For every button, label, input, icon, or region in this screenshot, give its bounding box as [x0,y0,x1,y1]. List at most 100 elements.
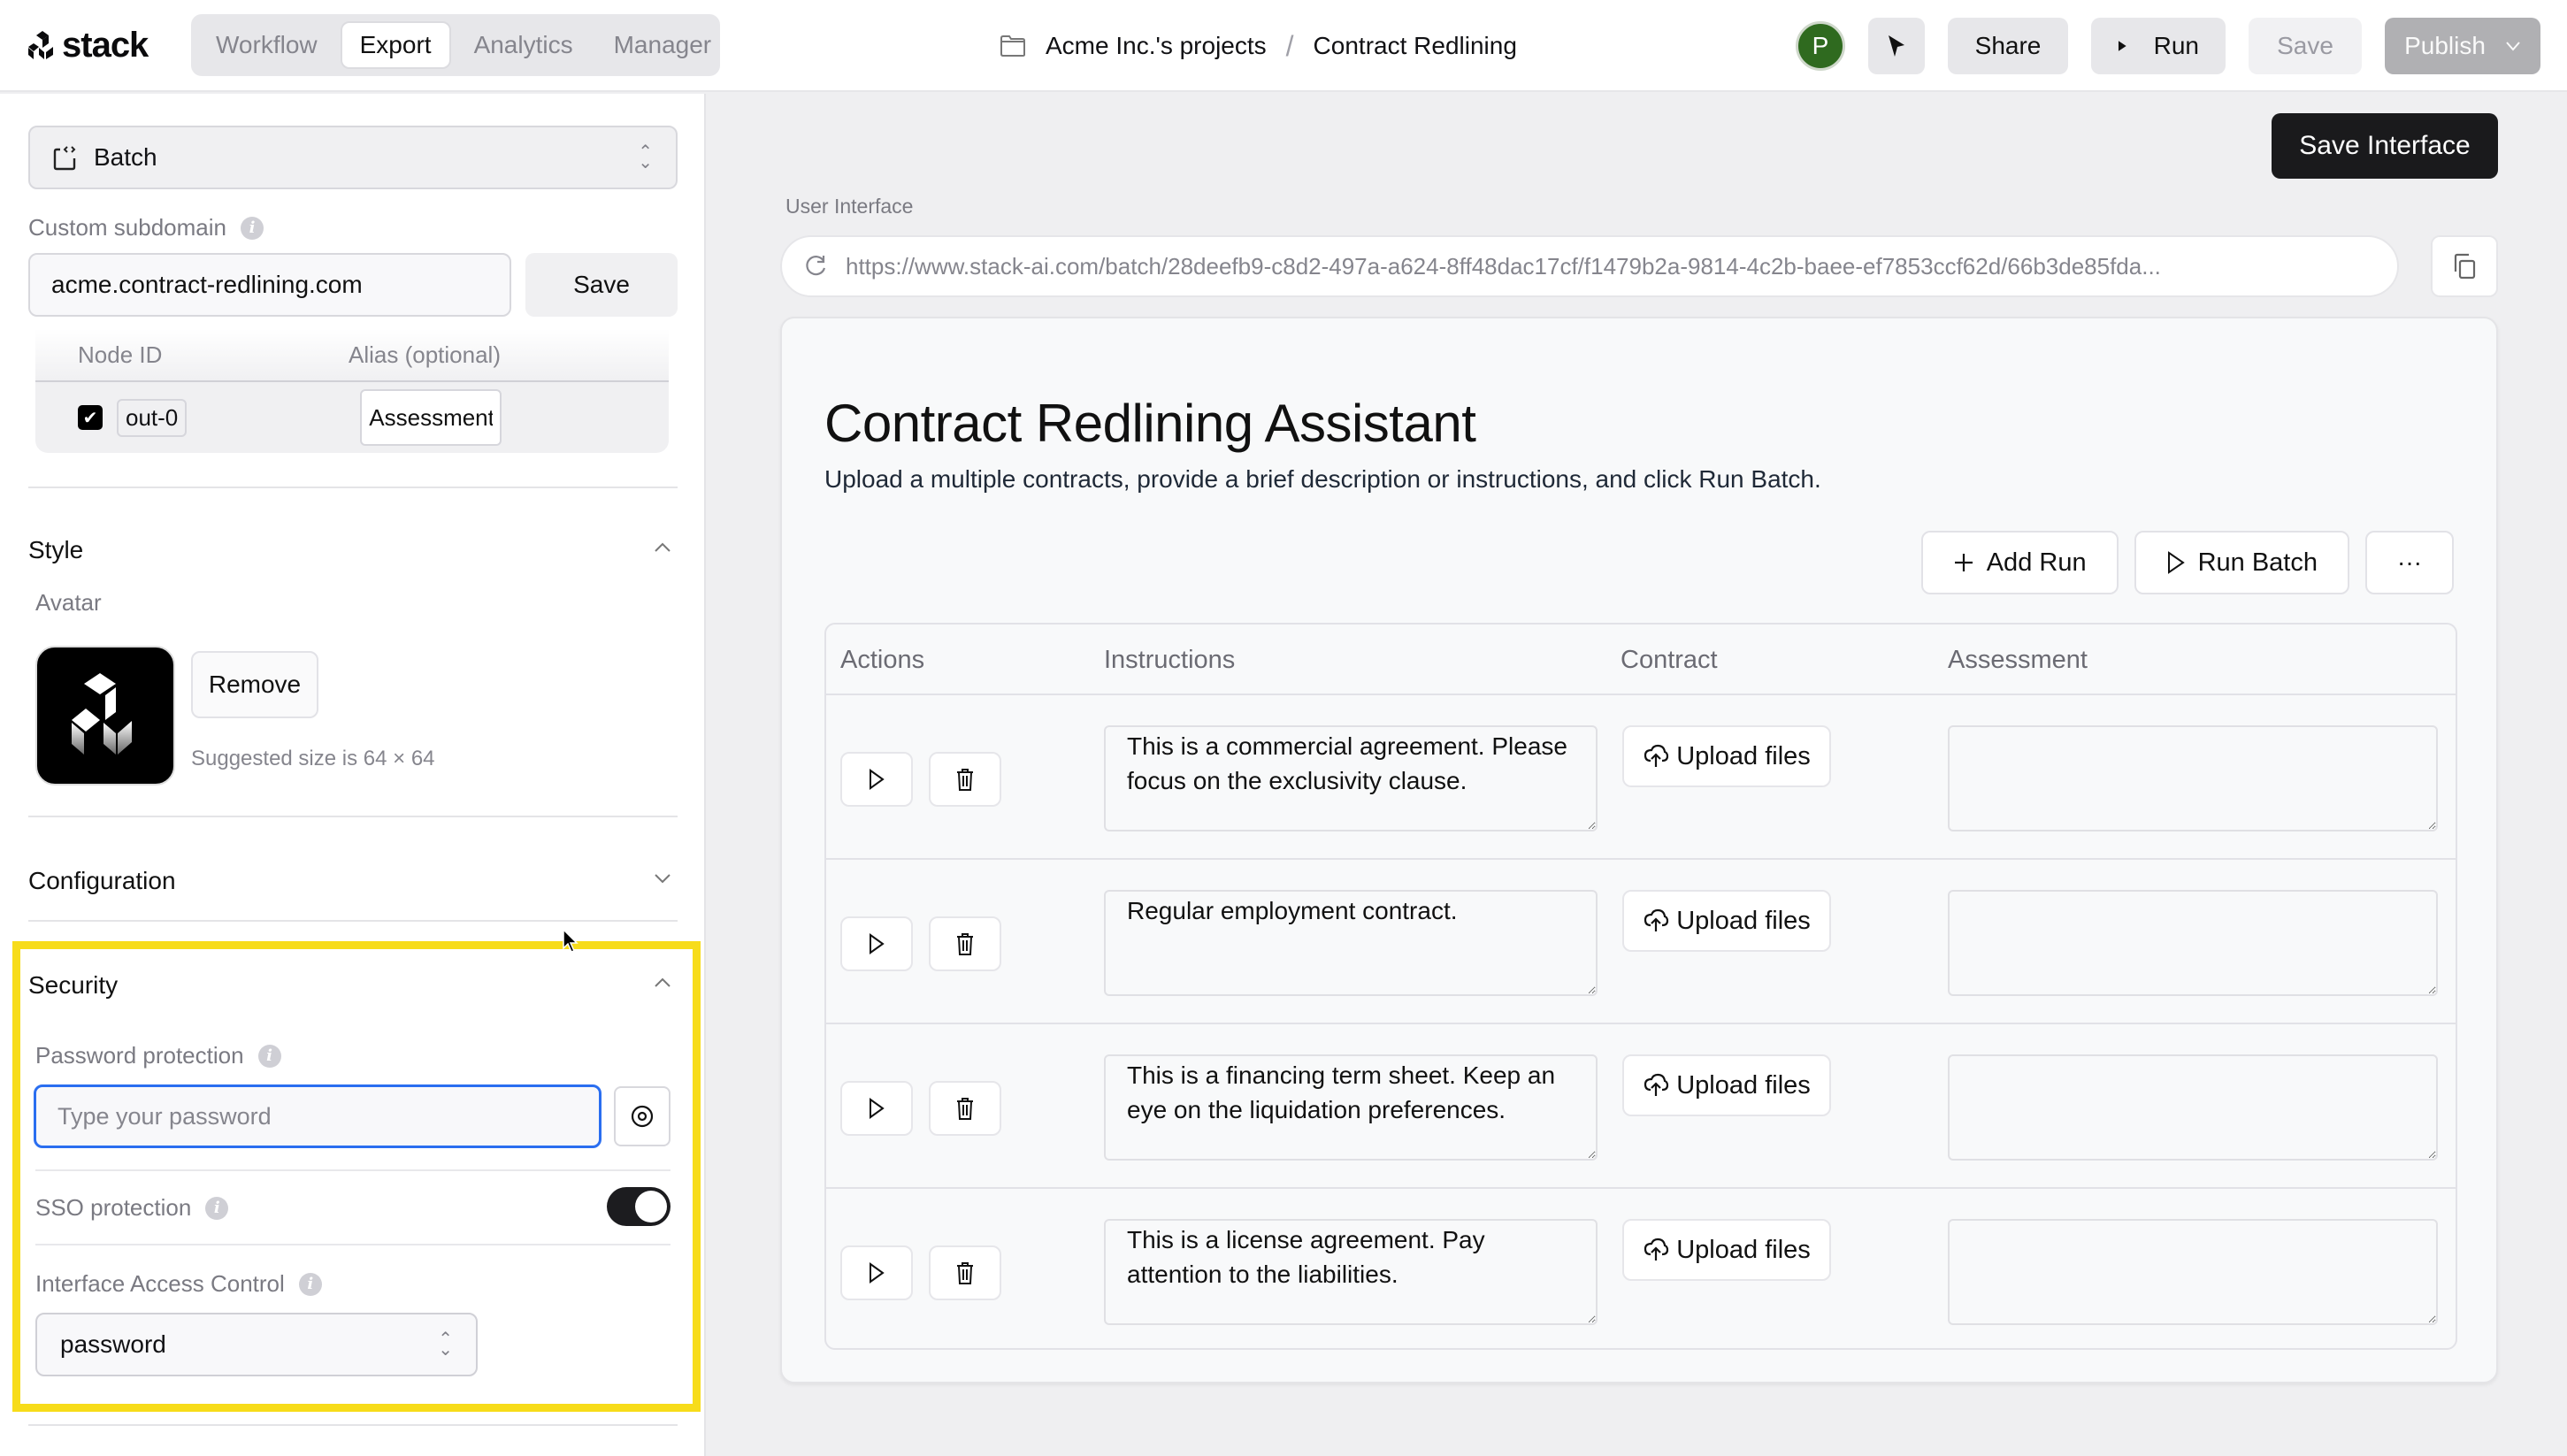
divider [28,816,678,817]
upload-files-label: Upload files [1676,906,1811,935]
cloud-upload-icon [1644,1238,1669,1261]
interface-type-value: Batch [94,143,157,171]
user-interface-label: User Interface [785,195,914,218]
info-icon[interactable]: i [241,216,264,240]
assessment-textarea[interactable] [1948,725,2438,831]
alias-input[interactable] [360,389,502,446]
add-run-button[interactable]: Add Run [1920,531,2119,594]
batch-table-header: Actions Instructions Contract Assessment [826,625,2456,695]
cloud-upload-icon [1644,908,1669,931]
tab-analytics[interactable]: Analytics [456,21,591,69]
chevron-down-icon [2506,42,2520,51]
breadcrumb-separator: / [1285,29,1294,62]
cloud-upload-icon [1644,1073,1669,1096]
breadcrumb-project[interactable]: Acme Inc.'s projects [1046,32,1267,60]
interface-url-bar[interactable]: https://www.stack-ai.com/batch/28deefb9-… [780,235,2399,297]
mouse-cursor-icon [563,929,579,953]
node-checkbox[interactable]: ✔ [78,405,103,430]
instructions-textarea[interactable]: This is a commercial agreement. Please f… [1104,725,1598,831]
trash-icon [957,769,973,791]
run-row-button[interactable] [840,752,913,807]
assessment-textarea[interactable] [1948,1054,2438,1161]
trash-icon [957,1098,973,1120]
more-options-button[interactable]: ··· [2365,531,2454,594]
batch-rows: This is a commercial agreement. Please f… [826,695,2456,1348]
tab-manager[interactable]: Manager [596,21,730,69]
style-section-title[interactable]: Style [28,536,83,564]
top-actions: P Share Run Save Publish [1796,18,2540,74]
run-row-button[interactable] [840,1081,913,1136]
publish-button[interactable]: Publish [2385,18,2540,74]
run-button[interactable]: Run [2091,18,2226,74]
preview-actions: Add Run Run Batch ··· [1920,531,2454,594]
interface-type-select[interactable]: Batch ⌃ ⌄ [28,126,678,189]
user-avatar[interactable]: P [1796,21,1845,71]
chevron-up-icon[interactable] [653,538,672,557]
preview-description: Upload a multiple contracts, provide a b… [824,465,1821,493]
upload-files-button[interactable]: Upload files [1622,725,1831,787]
security-highlight-box [12,941,701,1412]
upload-files-button[interactable]: Upload files [1622,890,1831,952]
trash-icon [957,933,973,955]
custom-subdomain-label-row: Custom subdomain i [28,214,264,241]
tab-workflow[interactable]: Workflow [198,21,335,69]
refresh-icon[interactable] [803,254,828,279]
tab-export[interactable]: Export [340,21,451,69]
avatar-size-hint: Suggested size is 64 × 64 [191,747,435,770]
subdomain-save-button[interactable]: Save [525,253,678,317]
assessment-textarea[interactable] [1948,890,2438,996]
upload-files-button[interactable]: Upload files [1622,1054,1831,1116]
chevron-down-icon[interactable] [653,869,672,888]
logo[interactable]: stack [27,25,149,65]
node-id-header: Node ID [78,341,163,368]
stack-logo-icon [28,31,53,59]
interface-url: https://www.stack-ai.com/batch/28deefb9-… [846,252,2161,280]
table-row: Regular employment contract. Upload file… [826,860,2456,1024]
upload-files-button[interactable]: Upload files [1622,1219,1831,1281]
cursor-arrow-icon [1889,35,1904,57]
share-button[interactable]: Share [1948,18,2068,74]
avatar-label: Avatar [35,589,102,616]
copy-url-button[interactable] [2431,235,2498,297]
table-row: This is a financing term sheet. Keep an … [826,1024,2456,1189]
preview-title: Contract Redlining Assistant [824,394,1476,453]
custom-subdomain-input[interactable] [28,253,511,317]
column-instructions: Instructions [1104,646,1236,674]
brand-name: stack [62,25,149,65]
run-row-button[interactable] [840,916,913,971]
top-bar: stack Workflow Export Analytics Manager … [0,0,2567,92]
pointer-tool-button[interactable] [1868,18,1925,74]
instructions-textarea[interactable]: Regular employment contract. [1104,890,1598,996]
save-interface-button[interactable]: Save Interface [2272,113,2498,179]
node-id-value: out-0 [117,398,188,437]
trash-icon [957,1262,973,1284]
instructions-textarea[interactable]: This is a license agreement. Pay attenti… [1104,1219,1598,1325]
play-outline-icon [2167,551,2185,574]
copy-icon [2454,253,2476,280]
save-button[interactable]: Save [2249,18,2362,74]
play-outline-icon [870,1262,885,1284]
delete-row-button[interactable] [929,1245,1001,1300]
remove-avatar-button[interactable]: Remove [191,651,318,718]
upload-files-label: Upload files [1676,1235,1811,1264]
instructions-textarea[interactable]: This is a financing term sheet. Keep an … [1104,1054,1598,1161]
configuration-section-title[interactable]: Configuration [28,867,176,895]
column-contract: Contract [1621,646,1718,674]
interface-preview: Contract Redlining Assistant Upload a mu… [780,317,2498,1383]
assessment-textarea[interactable] [1948,1219,2438,1325]
delete-row-button[interactable] [929,1081,1001,1136]
divider [28,1424,678,1426]
table-row: This is a commercial agreement. Please f… [826,695,2456,860]
updown-chevron-icon: ⌃ ⌄ [638,142,653,172]
run-batch-label: Run Batch [2197,548,2318,577]
nav-tabs: Workflow Export Analytics Manager [191,14,720,76]
delete-row-button[interactable] [929,916,1001,971]
batch-table: Actions Instructions Contract Assessment… [824,623,2457,1350]
delete-row-button[interactable] [929,752,1001,807]
node-table: Node ID Alias (optional) ✔ out-0 [35,329,669,453]
node-table-header: Node ID Alias (optional) [35,329,669,382]
alias-header: Alias (optional) [349,341,501,368]
run-row-button[interactable] [840,1245,913,1300]
cloud-upload-icon [1644,744,1669,767]
run-batch-button[interactable]: Run Batch [2134,531,2349,594]
